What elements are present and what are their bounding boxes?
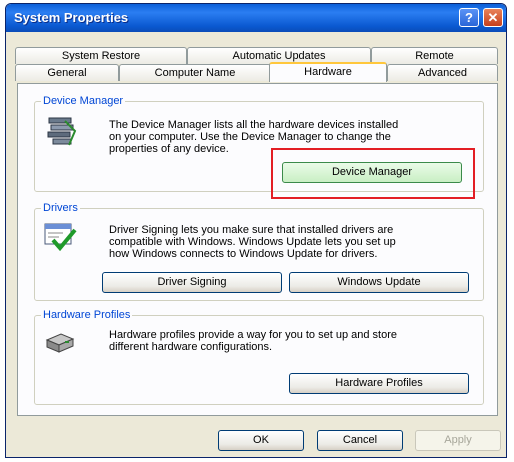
tab-general[interactable]: General <box>15 64 119 81</box>
hardware-profiles-desc-line: different hardware configurations. <box>109 341 273 353</box>
hardware-profiles-description: Hardware profiles provide a way for you … <box>109 329 397 353</box>
device-manager-desc-line: on your computer. Use the Device Manager… <box>109 131 391 143</box>
help-button[interactable]: ? <box>459 8 479 27</box>
hardware-profiles-legend: Hardware Profiles <box>43 309 131 321</box>
system-properties-window: System Properties ? ✕ System Restore Aut… <box>5 3 507 458</box>
apply-button: Apply <box>415 430 501 451</box>
device-manager-desc-line: The Device Manager lists all the hardwar… <box>109 119 399 131</box>
ok-button[interactable]: OK <box>218 430 304 451</box>
hardware-profiles-button[interactable]: Hardware Profiles <box>289 373 469 394</box>
tab-panel-hardware: Device Manager The Device Manager lists … <box>17 83 498 416</box>
drivers-description: Driver Signing lets you make sure that i… <box>109 224 396 260</box>
drivers-desc-line: compatible with Windows. Windows Update … <box>109 236 396 248</box>
driver-signing-button[interactable]: Driver Signing <box>102 272 282 293</box>
tab-hardware[interactable]: Hardware <box>269 62 387 82</box>
close-button[interactable]: ✕ <box>483 8 503 27</box>
device-manager-highlight-box <box>271 148 475 199</box>
title-bar[interactable]: System Properties ? ✕ <box>6 4 506 32</box>
hardware-profiles-desc-line: Hardware profiles provide a way for you … <box>109 329 397 341</box>
tab-computer-name[interactable]: Computer Name <box>119 64 271 81</box>
windows-update-button[interactable]: Windows Update <box>289 272 469 293</box>
device-manager-icon <box>47 117 77 146</box>
driver-signing-icon <box>44 223 77 252</box>
window-title: System Properties <box>14 10 129 25</box>
tab-advanced[interactable]: Advanced <box>387 64 498 81</box>
drivers-desc-line: how Windows connects to Windows Update f… <box>109 248 378 260</box>
tab-remote[interactable]: Remote <box>371 47 498 64</box>
tab-system-restore[interactable]: System Restore <box>15 47 187 64</box>
drivers-legend: Drivers <box>43 202 78 214</box>
hardware-profile-icon <box>45 333 75 353</box>
drivers-desc-line: Driver Signing lets you make sure that i… <box>109 224 394 236</box>
device-manager-legend: Device Manager <box>43 95 124 107</box>
cancel-button[interactable]: Cancel <box>317 430 403 451</box>
